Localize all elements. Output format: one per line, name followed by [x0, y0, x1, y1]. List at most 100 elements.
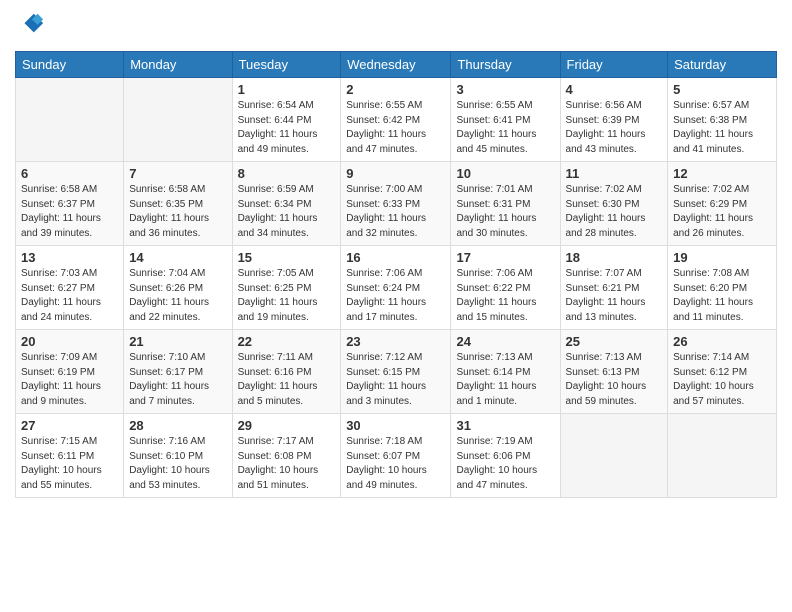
calendar-cell: 3 Sunrise: 6:55 AM Sunset: 6:41 PM Daylig… — [451, 78, 560, 162]
day-info: Sunrise: 6:58 AM Sunset: 6:37 PM Dayligh… — [21, 183, 118, 241]
day-info: Sunrise: 7:08 AM Sunset: 6:20 PM Dayligh… — [673, 267, 771, 325]
day-info: Sunrise: 7:00 AM Sunset: 6:33 PM Dayligh… — [346, 183, 445, 241]
weekday-header: Friday — [560, 52, 668, 78]
calendar-cell: 27 Sunrise: 7:15 AM Sunset: 6:11 PM Dayli… — [16, 414, 124, 498]
day-number: 30 — [346, 418, 445, 433]
day-number: 14 — [129, 250, 226, 265]
day-number: 4 — [566, 82, 663, 97]
day-number: 19 — [673, 250, 771, 265]
logo — [15, 10, 49, 43]
calendar-cell — [668, 414, 777, 498]
day-number: 2 — [346, 82, 445, 97]
calendar-cell: 6 Sunrise: 6:58 AM Sunset: 6:37 PM Daylig… — [16, 162, 124, 246]
weekday-header: Sunday — [16, 52, 124, 78]
day-info: Sunrise: 7:02 AM Sunset: 6:29 PM Dayligh… — [673, 183, 771, 241]
day-number: 22 — [238, 334, 336, 349]
day-info: Sunrise: 7:14 AM Sunset: 6:12 PM Dayligh… — [673, 351, 771, 409]
day-info: Sunrise: 7:15 AM Sunset: 6:11 PM Dayligh… — [21, 435, 118, 493]
day-info: Sunrise: 7:13 AM Sunset: 6:14 PM Dayligh… — [456, 351, 554, 409]
calendar-cell: 24 Sunrise: 7:13 AM Sunset: 6:14 PM Dayli… — [451, 330, 560, 414]
day-number: 18 — [566, 250, 663, 265]
day-number: 27 — [21, 418, 118, 433]
calendar-cell: 18 Sunrise: 7:07 AM Sunset: 6:21 PM Dayli… — [560, 246, 668, 330]
calendar-cell — [560, 414, 668, 498]
calendar-cell: 31 Sunrise: 7:19 AM Sunset: 6:06 PM Dayli… — [451, 414, 560, 498]
day-info: Sunrise: 7:12 AM Sunset: 6:15 PM Dayligh… — [346, 351, 445, 409]
day-number: 15 — [238, 250, 336, 265]
day-number: 29 — [238, 418, 336, 433]
calendar-cell: 10 Sunrise: 7:01 AM Sunset: 6:31 PM Dayli… — [451, 162, 560, 246]
weekday-header: Monday — [124, 52, 232, 78]
day-info: Sunrise: 7:11 AM Sunset: 6:16 PM Dayligh… — [238, 351, 336, 409]
day-info: Sunrise: 6:58 AM Sunset: 6:35 PM Dayligh… — [129, 183, 226, 241]
day-number: 9 — [346, 166, 445, 181]
calendar-cell: 5Sunrise: 6:57 AM Sunset: 6:38 PM Daylig… — [668, 78, 777, 162]
weekday-header: Tuesday — [232, 52, 341, 78]
day-info: Sunrise: 6:59 AM Sunset: 6:34 PM Dayligh… — [238, 183, 336, 241]
calendar-cell — [124, 78, 232, 162]
calendar-cell: 4 Sunrise: 6:56 AM Sunset: 6:39 PM Daylig… — [560, 78, 668, 162]
day-number: 26 — [673, 334, 771, 349]
day-info: Sunrise: 7:18 AM Sunset: 6:07 PM Dayligh… — [346, 435, 445, 493]
day-number: 10 — [456, 166, 554, 181]
day-info: Sunrise: 7:03 AM Sunset: 6:27 PM Dayligh… — [21, 267, 118, 325]
day-number: 20 — [21, 334, 118, 349]
calendar-cell: 14Sunrise: 7:04 AM Sunset: 6:26 PM Dayli… — [124, 246, 232, 330]
day-number: 6 — [21, 166, 118, 181]
day-info: Sunrise: 7:19 AM Sunset: 6:06 PM Dayligh… — [456, 435, 554, 493]
day-number: 11 — [566, 166, 663, 181]
day-info: Sunrise: 7:16 AM Sunset: 6:10 PM Dayligh… — [129, 435, 226, 493]
calendar-cell: 16Sunrise: 7:06 AM Sunset: 6:24 PM Dayli… — [341, 246, 451, 330]
day-info: Sunrise: 7:17 AM Sunset: 6:08 PM Dayligh… — [238, 435, 336, 493]
day-info: Sunrise: 7:05 AM Sunset: 6:25 PM Dayligh… — [238, 267, 336, 325]
day-number: 21 — [129, 334, 226, 349]
calendar-cell: 23 Sunrise: 7:12 AM Sunset: 6:15 PM Dayli… — [341, 330, 451, 414]
calendar-cell: 30 Sunrise: 7:18 AM Sunset: 6:07 PM Dayli… — [341, 414, 451, 498]
day-number: 17 — [456, 250, 554, 265]
page: SundayMondayTuesdayWednesdayThursdayFrid… — [0, 0, 792, 612]
day-number: 23 — [346, 334, 445, 349]
calendar-cell: 20 Sunrise: 7:09 AM Sunset: 6:19 PM Dayli… — [16, 330, 124, 414]
calendar-table: SundayMondayTuesdayWednesdayThursdayFrid… — [15, 51, 777, 498]
weekday-header: Thursday — [451, 52, 560, 78]
day-number: 12 — [673, 166, 771, 181]
day-number: 8 — [238, 166, 336, 181]
day-info: Sunrise: 7:07 AM Sunset: 6:21 PM Dayligh… — [566, 267, 663, 325]
calendar-cell: 22 Sunrise: 7:11 AM Sunset: 6:16 PM Dayli… — [232, 330, 341, 414]
header — [15, 10, 777, 43]
day-number: 5 — [673, 82, 771, 97]
calendar-cell: 17 Sunrise: 7:06 AM Sunset: 6:22 PM Dayli… — [451, 246, 560, 330]
calendar-cell: 25Sunrise: 7:13 AM Sunset: 6:13 PM Dayli… — [560, 330, 668, 414]
day-number: 28 — [129, 418, 226, 433]
calendar-cell: 28 Sunrise: 7:16 AM Sunset: 6:10 PM Dayli… — [124, 414, 232, 498]
day-info: Sunrise: 6:56 AM Sunset: 6:39 PM Dayligh… — [566, 99, 663, 157]
day-info: Sunrise: 7:02 AM Sunset: 6:30 PM Dayligh… — [566, 183, 663, 241]
day-number: 24 — [456, 334, 554, 349]
day-number: 13 — [21, 250, 118, 265]
day-number: 25 — [566, 334, 663, 349]
calendar-cell: 12 Sunrise: 7:02 AM Sunset: 6:29 PM Dayli… — [668, 162, 777, 246]
day-number: 31 — [456, 418, 554, 433]
calendar-cell: 9 Sunrise: 7:00 AM Sunset: 6:33 PM Daylig… — [341, 162, 451, 246]
calendar-cell: 26 Sunrise: 7:14 AM Sunset: 6:12 PM Dayli… — [668, 330, 777, 414]
day-info: Sunrise: 7:10 AM Sunset: 6:17 PM Dayligh… — [129, 351, 226, 409]
weekday-header: Saturday — [668, 52, 777, 78]
day-info: Sunrise: 7:06 AM Sunset: 6:22 PM Dayligh… — [456, 267, 554, 325]
calendar-cell: 21 Sunrise: 7:10 AM Sunset: 6:17 PM Dayli… — [124, 330, 232, 414]
calendar-cell: 11 Sunrise: 7:02 AM Sunset: 6:30 PM Dayli… — [560, 162, 668, 246]
day-info: Sunrise: 6:55 AM Sunset: 6:41 PM Dayligh… — [456, 99, 554, 157]
day-number: 3 — [456, 82, 554, 97]
calendar-cell: 1Sunrise: 6:54 AM Sunset: 6:44 PM Daylig… — [232, 78, 341, 162]
logo-icon — [17, 10, 45, 38]
calendar-cell: 7Sunrise: 6:58 AM Sunset: 6:35 PM Daylig… — [124, 162, 232, 246]
day-number: 1 — [238, 82, 336, 97]
calendar-cell: 8 Sunrise: 6:59 AM Sunset: 6:34 PM Daylig… — [232, 162, 341, 246]
calendar-cell: 2 Sunrise: 6:55 AM Sunset: 6:42 PM Daylig… — [341, 78, 451, 162]
day-info: Sunrise: 6:55 AM Sunset: 6:42 PM Dayligh… — [346, 99, 445, 157]
day-info: Sunrise: 7:01 AM Sunset: 6:31 PM Dayligh… — [456, 183, 554, 241]
calendar-cell: 15 Sunrise: 7:05 AM Sunset: 6:25 PM Dayli… — [232, 246, 341, 330]
day-info: Sunrise: 7:09 AM Sunset: 6:19 PM Dayligh… — [21, 351, 118, 409]
calendar-cell: 19 Sunrise: 7:08 AM Sunset: 6:20 PM Dayli… — [668, 246, 777, 330]
day-info: Sunrise: 7:06 AM Sunset: 6:24 PM Dayligh… — [346, 267, 445, 325]
calendar-cell — [16, 78, 124, 162]
